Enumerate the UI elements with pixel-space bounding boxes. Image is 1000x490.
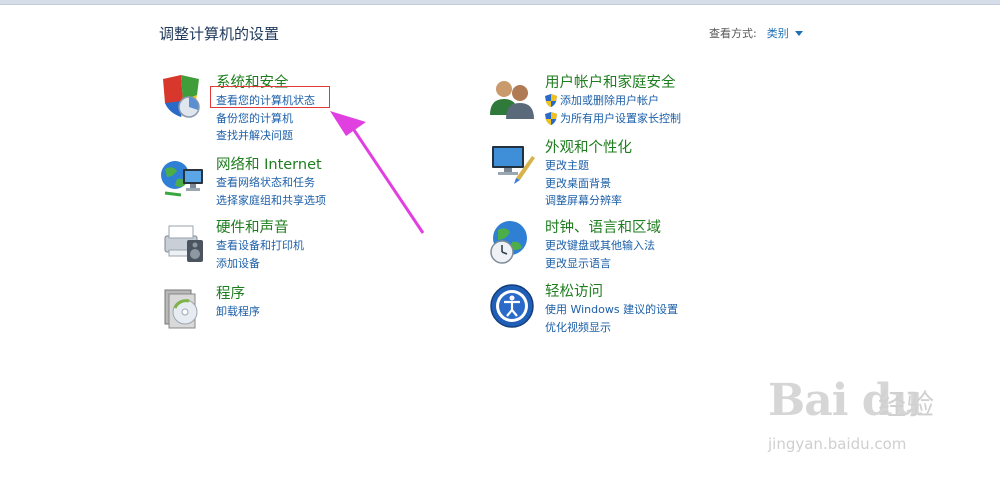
watermark-url: jingyan.baidu.com [768,435,907,453]
baidu-watermark: Bai du 经验 jingyan.baidu.com [760,375,960,470]
watermark-cn: 经验 [878,388,935,421]
